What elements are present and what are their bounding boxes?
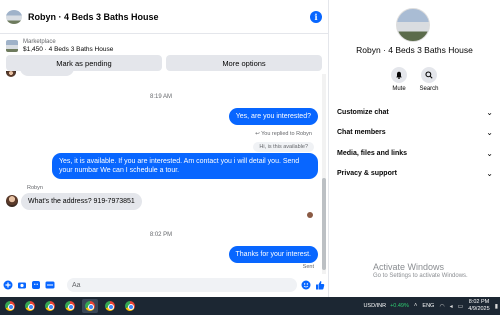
sender-avatar[interactable] [6, 195, 18, 207]
message-bubble-partial [20, 68, 74, 76]
taskbar-app-chrome[interactable] [122, 299, 138, 313]
watermark-subtitle: Go to Settings to activate Windows. [373, 273, 468, 279]
chrome-icon [45, 301, 55, 311]
message-bubble-outgoing[interactable]: Yes, it is available. If you are interes… [52, 153, 318, 179]
section-label: Privacy & support [337, 170, 397, 177]
speaker-icon[interactable]: ◂ [450, 303, 453, 310]
taskbar-app-chrome[interactable] [102, 299, 118, 313]
camera-icon[interactable] [17, 280, 27, 290]
sender-avatar [6, 71, 16, 77]
section-label: Chat members [337, 129, 386, 136]
sent-status: Sent [302, 264, 314, 270]
section-customize-chat[interactable]: Customize chat ⌄ [337, 108, 493, 117]
stock-change: +0.49% [390, 303, 409, 309]
sender-name: Robyn [27, 185, 43, 191]
section-media-files-links[interactable]: Media, files and links ⌄ [337, 149, 493, 158]
taskbar-app-chrome[interactable] [82, 299, 98, 313]
chevron-down-icon: ⌄ [486, 108, 493, 117]
chrome-icon [105, 301, 115, 311]
section-label: Customize chat [337, 109, 389, 116]
system-tray: USD/INR +0.49% ˄ ENG ◠ ◂ ▭ 8:02 PM 4/9/2… [363, 297, 498, 315]
wifi-icon[interactable]: ◠ [439, 303, 444, 310]
quoted-message[interactable]: Hi, is this available? [253, 142, 314, 152]
replied-label: ↩ You replied to Robyn [255, 131, 312, 137]
taskbar-app-chrome[interactable] [42, 299, 58, 313]
section-privacy-support[interactable]: Privacy & support ⌄ [337, 169, 493, 178]
message-bubble-outgoing[interactable]: Yes, are you interested? [228, 108, 318, 125]
stock-widget[interactable]: USD/INR +0.49% [363, 303, 408, 309]
search-icon [421, 67, 437, 83]
details-pane: Robyn · 4 Beds 3 Baths House Mute Search… [328, 0, 500, 297]
mute-button[interactable]: Mute [384, 67, 414, 92]
scrollbar[interactable] [322, 74, 326, 274]
mute-label: Mute [392, 86, 406, 92]
chat-title[interactable]: Robyn · 4 Beds 3 Baths House [28, 12, 310, 22]
clock[interactable]: 8:02 PM 4/9/2025 [468, 299, 489, 313]
chat-pane: Robyn · 4 Beds 3 Baths House i Marketpla… [0, 0, 328, 297]
info-icon[interactable]: i [310, 10, 322, 23]
battery-icon[interactable]: ▭ [458, 303, 464, 310]
watermark-title: Activate Windows [373, 262, 445, 272]
section-chat-members[interactable]: Chat members ⌄ [337, 128, 493, 137]
message-bubble-incoming[interactable]: What's the address? 919-7973851 [21, 193, 142, 210]
chrome-icon [25, 301, 35, 311]
taskbar-app-chrome[interactable] [62, 299, 78, 313]
timestamp: 8:02 PM [149, 232, 173, 238]
listing-photo[interactable] [396, 8, 430, 42]
message-input[interactable] [72, 281, 292, 289]
clock-date: 4/9/2025 [468, 306, 490, 312]
stock-name: USD/INR [363, 303, 387, 309]
message-bubble-outgoing[interactable]: Thanks for your interest. [228, 246, 318, 263]
taskbar-app-chrome[interactable] [22, 299, 38, 313]
search-label: Search [419, 86, 439, 92]
language-indicator[interactable]: ENG [422, 303, 434, 309]
taskbar: USD/INR +0.49% ˄ ENG ◠ ◂ ▭ 8:02 PM 4/9/2… [0, 297, 500, 315]
bell-icon [391, 67, 407, 83]
listing-text: Marketplace $1,450 · 4 Beds 3 Baths Hous… [23, 38, 113, 54]
scrollbar-thumb[interactable] [322, 178, 326, 270]
chevron-down-icon: ⌄ [486, 149, 493, 158]
sticker-icon[interactable] [31, 280, 41, 290]
thumbs-up-icon[interactable] [315, 280, 325, 290]
emoji-icon[interactable] [301, 280, 311, 290]
more-options-button[interactable]: More options [166, 55, 322, 71]
message-input-container[interactable] [67, 278, 297, 292]
message-list: 8:19 AM Yes, are you interested? ↩ You r… [0, 68, 322, 274]
reply-arrow-icon: ↩ [255, 131, 260, 137]
gif-icon[interactable] [45, 280, 55, 290]
clock-time: 8:02 PM [468, 299, 490, 305]
taskbar-app-chrome[interactable] [2, 299, 18, 313]
chat-header: Robyn · 4 Beds 3 Baths House i [0, 0, 328, 34]
seen-avatar [307, 212, 313, 218]
chrome-icon [5, 301, 15, 311]
plus-icon[interactable] [3, 280, 13, 290]
details-title: Robyn · 4 Beds 3 Baths House [356, 45, 473, 55]
activate-windows-watermark: Activate Windows Go to Settings to activ… [373, 262, 468, 279]
chevron-up-icon[interactable]: ˄ [414, 303, 418, 309]
search-button[interactable]: Search [414, 67, 444, 92]
section-label: Media, files and links [337, 150, 408, 157]
listing-title: $1,450 · 4 Beds 3 Baths House [23, 46, 114, 53]
listing-thumbnail [6, 40, 18, 52]
listing-avatar[interactable] [6, 9, 22, 24]
listing-source: Marketplace [23, 39, 56, 45]
timestamp: 8:19 AM [149, 94, 172, 100]
notification-icon[interactable]: ▮ [495, 303, 498, 310]
listing-card[interactable]: Marketplace $1,450 · 4 Beds 3 Baths Hous… [0, 34, 328, 54]
chevron-down-icon: ⌄ [486, 128, 493, 137]
chrome-icon [85, 301, 95, 311]
chrome-icon [125, 301, 135, 311]
composer [0, 276, 328, 294]
chrome-icon [65, 301, 75, 311]
chevron-down-icon: ⌄ [486, 169, 493, 178]
